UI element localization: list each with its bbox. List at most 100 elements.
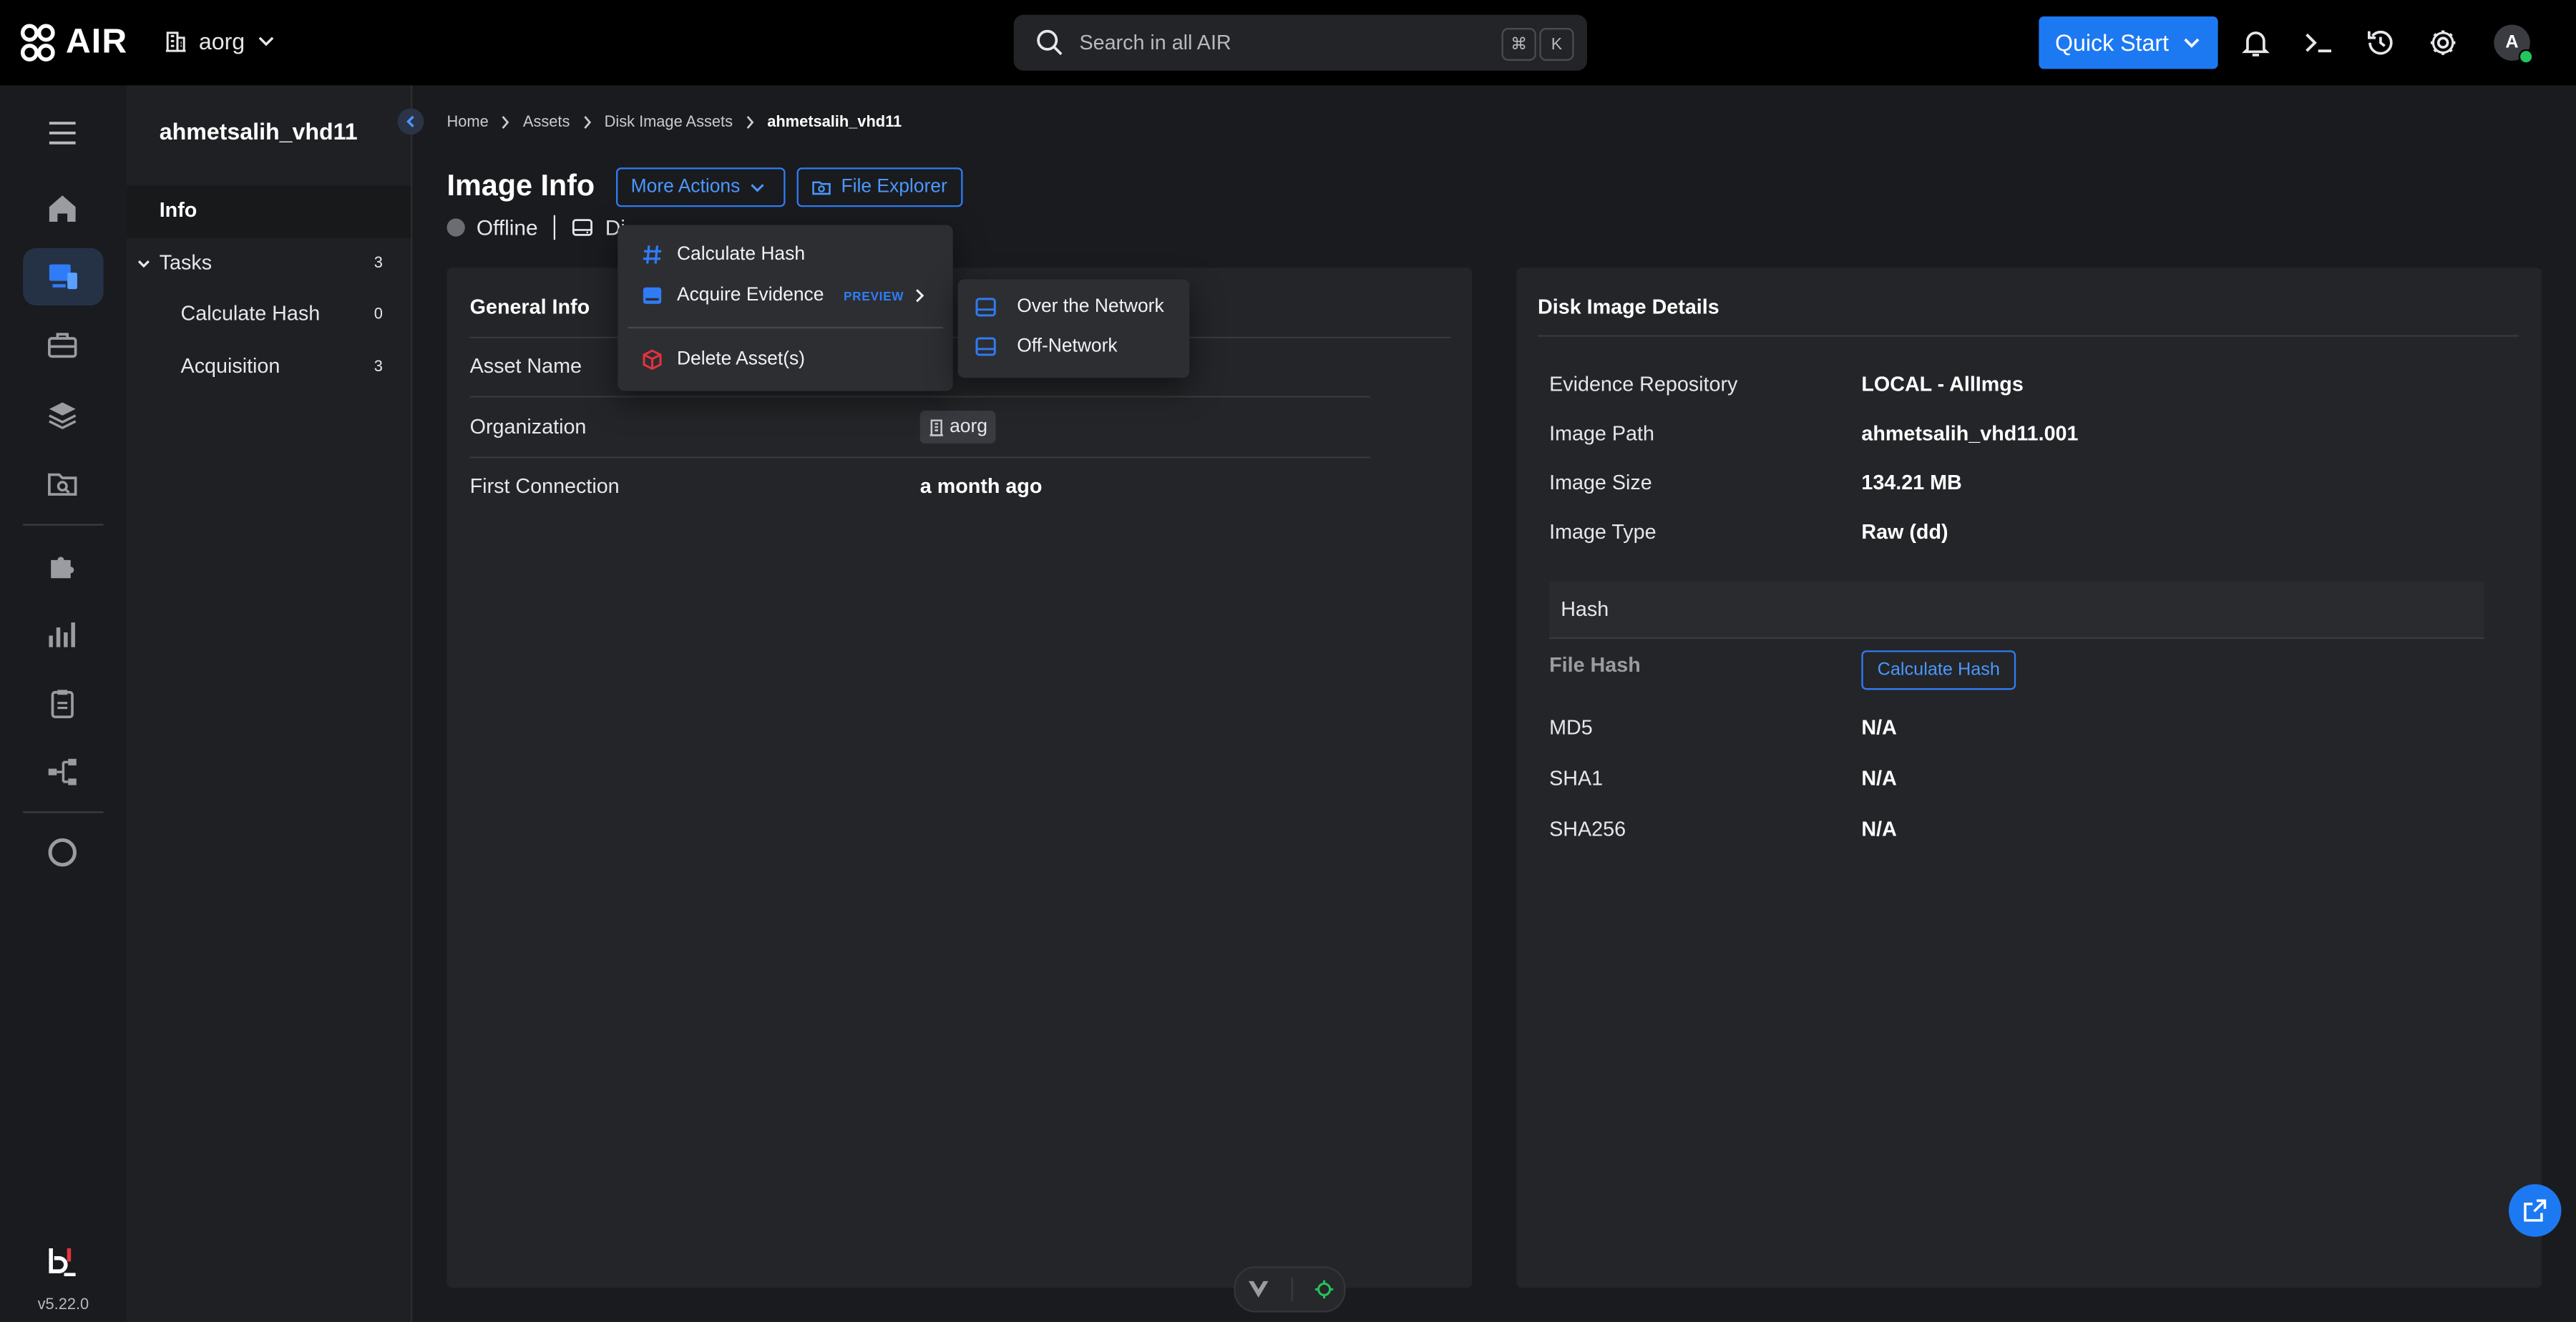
asset-name-title: ahmetsalih_vhd11 [159, 118, 358, 145]
air-logo-icon [20, 24, 55, 62]
first-connection-value: a month ago [919, 474, 1043, 498]
more-actions-menu: Calculate Hash Acquire Evidence PREVIEW … [618, 225, 953, 391]
chevron-down-icon[interactable] [137, 256, 152, 271]
acquire-evidence-submenu: Over the Network Off-Network [957, 279, 1190, 378]
chevron-right-icon [746, 116, 754, 129]
asset-status-row: Offline Di [447, 215, 625, 240]
drive-icon [975, 298, 996, 317]
quick-start-label: Quick Start [2055, 29, 2170, 57]
menu-item-label: Delete Asset(s) [676, 350, 806, 370]
submenu-item-off-network[interactable]: Off-Network [958, 327, 1190, 366]
calculate-hash-button[interactable]: Calculate Hash [1861, 650, 2016, 690]
pill-divider [1290, 1278, 1292, 1301]
building-icon [165, 31, 186, 52]
divider [469, 396, 1370, 398]
sha1-label: SHA1 [1549, 767, 1604, 790]
md5-value: N/A [1861, 716, 1897, 740]
asset-name-label: Asset Name [469, 354, 582, 378]
chevron-right-icon [584, 116, 591, 129]
layers-icon[interactable] [46, 398, 79, 431]
breadcrumb-disk-image-assets[interactable]: Disk Image Assets [605, 113, 733, 131]
org-switcher[interactable]: aorg [165, 28, 276, 54]
organization-label: Organization [469, 415, 587, 439]
image-type-value: Raw (dd) [1861, 520, 1948, 544]
integration-icon[interactable] [46, 836, 79, 869]
bar-chart-icon[interactable] [46, 617, 79, 650]
sidebar-collapse-button[interactable] [397, 108, 424, 135]
menu-icon[interactable] [46, 117, 79, 150]
investigation-icon[interactable] [46, 466, 79, 499]
kbd-k-key: K [1539, 28, 1574, 61]
sidebar-item-info[interactable]: Info [160, 199, 197, 222]
workflow-icon[interactable] [46, 755, 79, 788]
sha1-value: N/A [1861, 767, 1897, 790]
image-type-label: Image Type [1549, 520, 1657, 544]
feedback-button[interactable] [2508, 1184, 2562, 1237]
file-explorer-label: File Explorer [841, 177, 947, 197]
menu-item-delete-assets[interactable]: Delete Asset(s) [618, 340, 952, 379]
menu-item-calculate-hash[interactable]: Calculate Hash [618, 235, 952, 274]
quick-start-button[interactable]: Quick Start [2039, 16, 2218, 69]
app-name: AIR [65, 23, 128, 61]
sidebar-item-tasks[interactable]: Tasks [160, 251, 212, 274]
image-size-label: Image Size [1549, 471, 1652, 495]
general-info-title: General Info [469, 295, 590, 319]
hash-section-title: Hash [1561, 597, 1609, 621]
disk-icon [572, 219, 593, 236]
app-logo[interactable]: AIR [20, 21, 128, 64]
external-link-icon [2524, 1199, 2547, 1222]
search-icon [1037, 29, 1063, 56]
app-version: v5.22.0 [37, 1296, 89, 1314]
drive-icon [643, 287, 662, 304]
menu-item-label: Calculate Hash [676, 245, 806, 265]
image-size-value: 134.21 MB [1861, 471, 1962, 495]
organization-value: aorg [950, 417, 987, 437]
divider [1538, 335, 2519, 337]
evidence-repository-value: LOCAL - AllImgs [1861, 373, 2024, 396]
rail-divider [23, 811, 104, 813]
search-input[interactable]: Search in all AIR [1079, 31, 1231, 54]
folder-search-icon [812, 181, 831, 195]
breadcrumb-current: ahmetsalih_vhd11 [767, 113, 902, 132]
breadcrumb-assets[interactable]: Assets [523, 113, 570, 131]
home-icon[interactable] [46, 192, 79, 225]
calculate-hash-count-badge: 0 [374, 305, 383, 324]
file-explorer-button[interactable]: File Explorer [796, 167, 963, 207]
bell-icon[interactable] [2239, 26, 2272, 59]
file-hash-label: File Hash [1549, 653, 1641, 677]
chevron-down-icon [258, 36, 274, 46]
preview-badge: PREVIEW [843, 288, 904, 303]
more-actions-button[interactable]: More Actions [616, 167, 786, 207]
search-bar[interactable]: Search in all AIR ⌘ K [1013, 14, 1587, 71]
breadcrumb-home[interactable]: Home [447, 113, 489, 131]
history-icon[interactable] [2364, 26, 2397, 59]
sidebar-item-calculate-hash[interactable]: Calculate Hash [181, 302, 321, 325]
md5-label: MD5 [1549, 716, 1593, 740]
gear-icon[interactable] [2426, 26, 2459, 59]
puzzle-icon[interactable] [46, 549, 79, 582]
online-status-dot [2518, 49, 2534, 64]
building-icon [930, 418, 943, 436]
briefcase-icon[interactable] [46, 328, 79, 361]
sha256-label: SHA256 [1549, 818, 1626, 841]
target-icon[interactable] [1314, 1280, 1334, 1300]
submenu-item-label: Off-Network [1017, 336, 1118, 357]
evidence-repository-label: Evidence Repository [1549, 373, 1738, 396]
sidebar-item-acquisition[interactable]: Acquisition [181, 355, 280, 378]
organization-badge[interactable]: aorg [919, 411, 996, 444]
status-text: Offline [476, 215, 538, 240]
assets-icon[interactable] [46, 260, 79, 293]
vue-logo-icon[interactable] [1246, 1280, 1269, 1300]
terminal-icon[interactable] [2302, 26, 2335, 59]
drive-icon [975, 337, 996, 356]
hash-section-header [1549, 581, 2484, 640]
sha256-value: N/A [1861, 818, 1897, 841]
devtools-pill[interactable] [1234, 1266, 1346, 1313]
submenu-item-over-the-network[interactable]: Over the Network [958, 288, 1190, 327]
chevron-down-icon [2184, 38, 2200, 48]
menu-item-label: Acquire Evidence [676, 285, 824, 306]
image-path-label: Image Path [1549, 422, 1654, 446]
chevron-right-icon [502, 116, 510, 129]
clipboard-icon[interactable] [46, 687, 79, 720]
menu-item-acquire-evidence[interactable]: Acquire Evidence PREVIEW [618, 276, 952, 315]
